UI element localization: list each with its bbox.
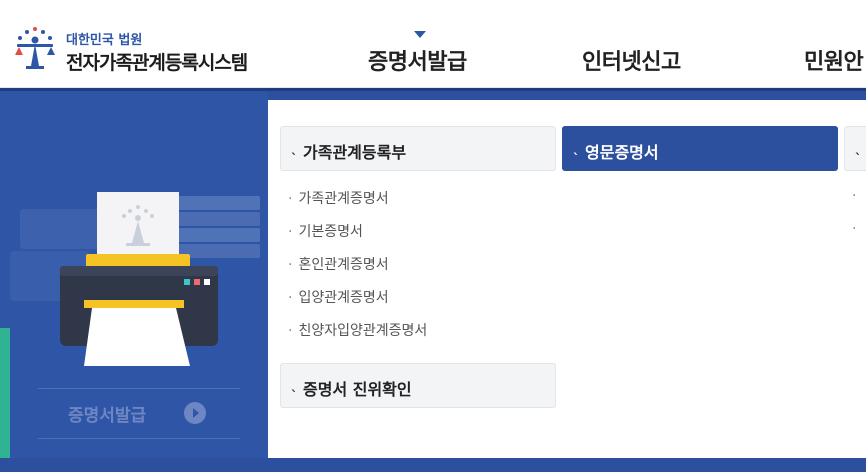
accent-green-bar xyxy=(0,328,10,458)
nav-item-civil-service[interactable]: 민원안 xyxy=(804,44,864,76)
nav-item-online-report[interactable]: 인터넷신고 xyxy=(582,44,681,76)
top-header: 대한민국 법원 전자가족관계등록시스템 증명서발급 인터넷신고 민원안 xyxy=(0,0,866,88)
category-tick-icon: ˎ xyxy=(573,141,580,156)
submenu-item[interactable]: · 가족관계증명서 xyxy=(288,188,389,208)
category-family-register[interactable]: ˎ 가족관계등록부 xyxy=(280,126,556,171)
submenu-item-label: 가족관계증명서 xyxy=(298,191,389,207)
active-nav-indicator-icon xyxy=(414,31,426,38)
bullet-dot: · xyxy=(288,191,293,207)
category-label: 가족관계등록부 xyxy=(303,143,407,162)
partial-bullet-dot: · xyxy=(852,188,857,204)
submenu-item-label: 친양자입양관계증명서 xyxy=(298,323,428,339)
submenu-item-label: 혼인관계증명서 xyxy=(298,257,389,273)
category-tick-icon: ˎ xyxy=(291,378,298,393)
submenu-item-label: 기본증명서 xyxy=(298,224,363,240)
submenu-item[interactable]: · 입양관계증명서 xyxy=(288,287,389,307)
submenu-item[interactable]: · 친양자입양관계증명서 xyxy=(288,320,427,340)
nav-item-certificate[interactable]: 증명서발급 xyxy=(368,44,467,76)
go-arrow-icon[interactable] xyxy=(184,402,206,424)
logo-org-text: 대한민국 법원 xyxy=(66,33,143,48)
logo-system-name: 전자가족관계등록시스템 xyxy=(66,52,248,74)
side-caption-certificate[interactable]: 증명서발급 xyxy=(68,401,146,426)
bullet-dot: · xyxy=(288,323,293,339)
site-logo[interactable]: 대한민국 법원 전자가족관계등록시스템 xyxy=(8,24,268,76)
court-emblem-icon xyxy=(15,27,55,69)
category-label: 증명서 진위확인 xyxy=(303,380,412,399)
partial-bullet-dot: · xyxy=(852,221,857,237)
submenu-item-label: 입양관계증명서 xyxy=(298,290,389,306)
bullet-dot: · xyxy=(288,290,293,306)
side-divider-bottom xyxy=(38,438,240,439)
bullet-dot: · xyxy=(288,257,293,273)
category-english-certificate[interactable]: ˎ 영문증명서 xyxy=(562,126,838,171)
bullet-dot: · xyxy=(288,224,293,240)
side-divider-top xyxy=(38,388,240,389)
category-tick-icon: ˎ xyxy=(855,141,862,156)
submenu-item[interactable]: · 기본증명서 xyxy=(288,221,363,241)
category-next-partial[interactable]: ˎ xyxy=(844,126,866,171)
submenu-item[interactable]: · 혼인관계증명서 xyxy=(288,254,389,274)
category-tick-icon: ˎ xyxy=(291,141,298,156)
app-root: 대한민국 법원 전자가족관계등록시스템 증명서발급 인터넷신고 민원안 증명서발… xyxy=(0,0,866,472)
category-label: 영문증명서 xyxy=(585,143,659,162)
category-certificate-verify[interactable]: ˎ 증명서 진위확인 xyxy=(280,363,556,408)
